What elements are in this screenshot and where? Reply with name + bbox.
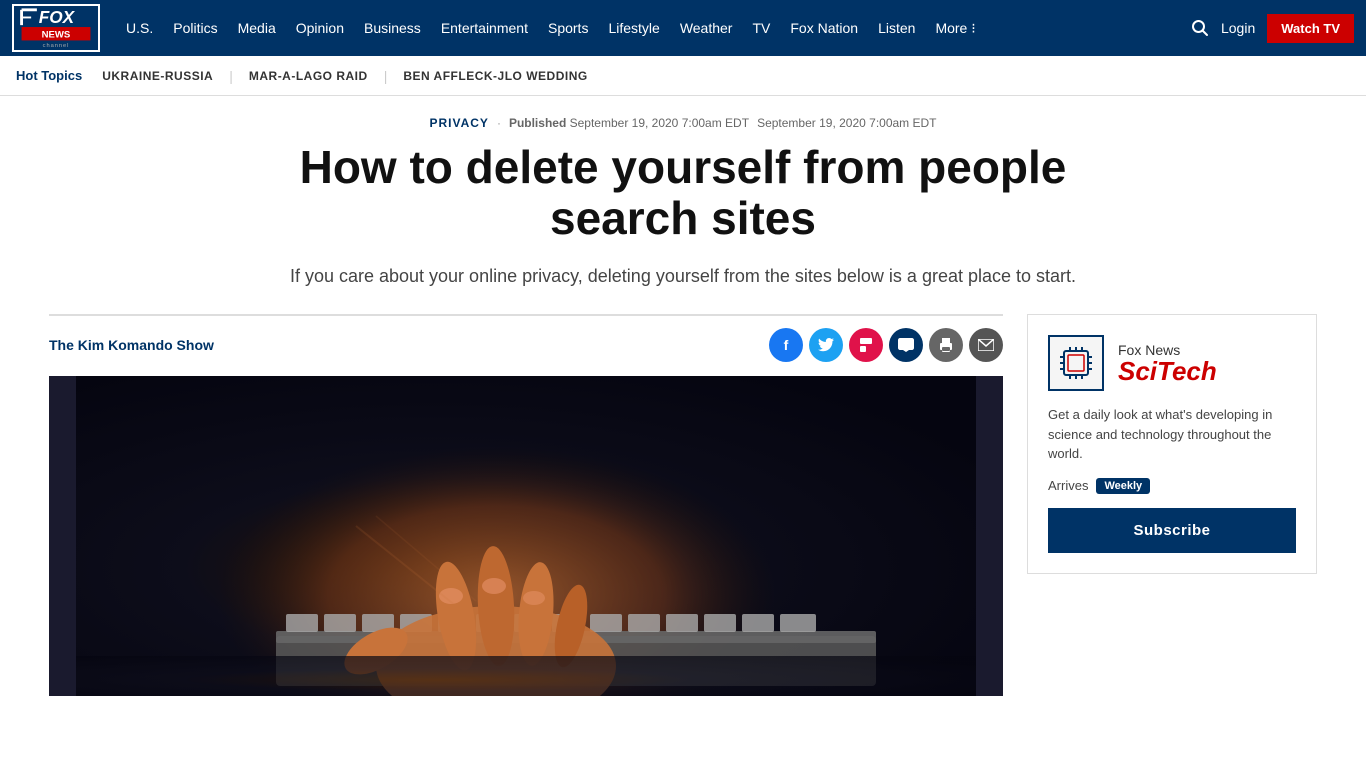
- separator-2: |: [384, 68, 388, 84]
- arrives-label: Arrives: [1048, 478, 1088, 493]
- svg-text:NEWS: NEWS: [42, 30, 71, 41]
- nav-more[interactable]: More ⁝: [925, 0, 985, 56]
- nav-actions: Login Watch TV: [1191, 14, 1354, 43]
- arrives-row: Arrives Weekly: [1048, 478, 1296, 494]
- share-comments[interactable]: [889, 328, 923, 362]
- nav-business[interactable]: Business: [354, 0, 431, 56]
- share-facebook[interactable]: f: [769, 328, 803, 362]
- newsletter-description: Get a daily look at what's developing in…: [1048, 405, 1296, 464]
- separator-1: |: [229, 68, 233, 84]
- article-meta: PRIVACY · Published September 19, 2020 7…: [49, 116, 1317, 130]
- nav-us[interactable]: U.S.: [116, 0, 163, 56]
- newsletter-header: Fox News SciTech: [1048, 335, 1296, 391]
- nav-tv[interactable]: TV: [742, 0, 780, 56]
- article-image-svg: [49, 376, 1003, 696]
- frequency-badge: Weekly: [1096, 478, 1150, 494]
- article-container: PRIVACY · Published September 19, 2020 7…: [33, 96, 1333, 696]
- article-subtitle: If you care about your online privacy, d…: [283, 263, 1083, 290]
- share-print[interactable]: [929, 328, 963, 362]
- hot-topic-mar-a-lago[interactable]: MAR-A-LAGO RAID: [249, 69, 368, 83]
- hot-topics-bar: Hot Topics UKRAINE-RUSSIA | MAR-A-LAGO R…: [0, 56, 1366, 96]
- author-share-row: The Kim Komando Show f: [49, 328, 1003, 362]
- logo[interactable]: FOX NEWS channel: [12, 4, 100, 52]
- nav-lifestyle[interactable]: Lifestyle: [598, 0, 669, 56]
- newsletter-box: Fox News SciTech Get a daily look at wha…: [1027, 314, 1317, 574]
- article-image: [49, 376, 1003, 696]
- article-title: How to delete yourself from people searc…: [233, 142, 1133, 243]
- share-buttons: f: [769, 328, 1003, 362]
- article-published: Published September 19, 2020 7:00am EDT: [509, 116, 749, 130]
- article-main: The Kim Komando Show f: [49, 314, 1003, 696]
- fox-news-logo[interactable]: FOX NEWS channel: [12, 4, 100, 52]
- nav-sports[interactable]: Sports: [538, 0, 598, 56]
- subscribe-button[interactable]: Subscribe: [1048, 508, 1296, 553]
- scitech-icon: [1048, 335, 1104, 391]
- scitech-tech: Tech: [1157, 356, 1217, 386]
- scitech-label: SciTech: [1118, 358, 1217, 384]
- nav-media[interactable]: Media: [228, 0, 286, 56]
- article-body: The Kim Komando Show f: [49, 314, 1317, 696]
- nav-links: U.S. Politics Media Opinion Business Ent…: [116, 0, 1191, 56]
- hot-topic-ukraine-russia[interactable]: UKRAINE-RUSSIA: [102, 69, 213, 83]
- nav-entertainment[interactable]: Entertainment: [431, 0, 538, 56]
- svg-text:channel: channel: [43, 43, 70, 49]
- author-name[interactable]: The Kim Komando Show: [49, 337, 214, 353]
- svg-text:FOX: FOX: [39, 7, 76, 27]
- hot-topics-label: Hot Topics: [16, 68, 82, 83]
- search-icon[interactable]: [1191, 19, 1209, 37]
- article-category[interactable]: PRIVACY: [429, 116, 488, 130]
- share-email[interactable]: [969, 328, 1003, 362]
- nav-fox-nation[interactable]: Fox Nation: [780, 0, 868, 56]
- share-twitter[interactable]: [809, 328, 843, 362]
- watch-tv-button[interactable]: Watch TV: [1267, 14, 1354, 43]
- article-sidebar: Fox News SciTech Get a daily look at wha…: [1027, 314, 1317, 574]
- scitech-sci: Sci: [1118, 356, 1157, 386]
- login-button[interactable]: Login: [1221, 20, 1255, 36]
- nav-listen[interactable]: Listen: [868, 0, 925, 56]
- nav-politics[interactable]: Politics: [163, 0, 227, 56]
- logo-svg: FOX NEWS channel: [16, 6, 96, 50]
- nav-weather[interactable]: Weather: [670, 0, 743, 56]
- hot-topic-ben-affleck[interactable]: BEN AFFLECK-JLO WEDDING: [403, 69, 587, 83]
- share-flipboard[interactable]: [849, 328, 883, 362]
- meta-dot: ·: [497, 116, 501, 130]
- published-date-text: September 19, 2020 7:00am EDT: [757, 116, 936, 130]
- top-navigation: FOX NEWS channel U.S. Politics Media Opi…: [0, 0, 1366, 56]
- nav-opinion[interactable]: Opinion: [286, 0, 354, 56]
- newsletter-title: Fox News SciTech: [1118, 342, 1217, 384]
